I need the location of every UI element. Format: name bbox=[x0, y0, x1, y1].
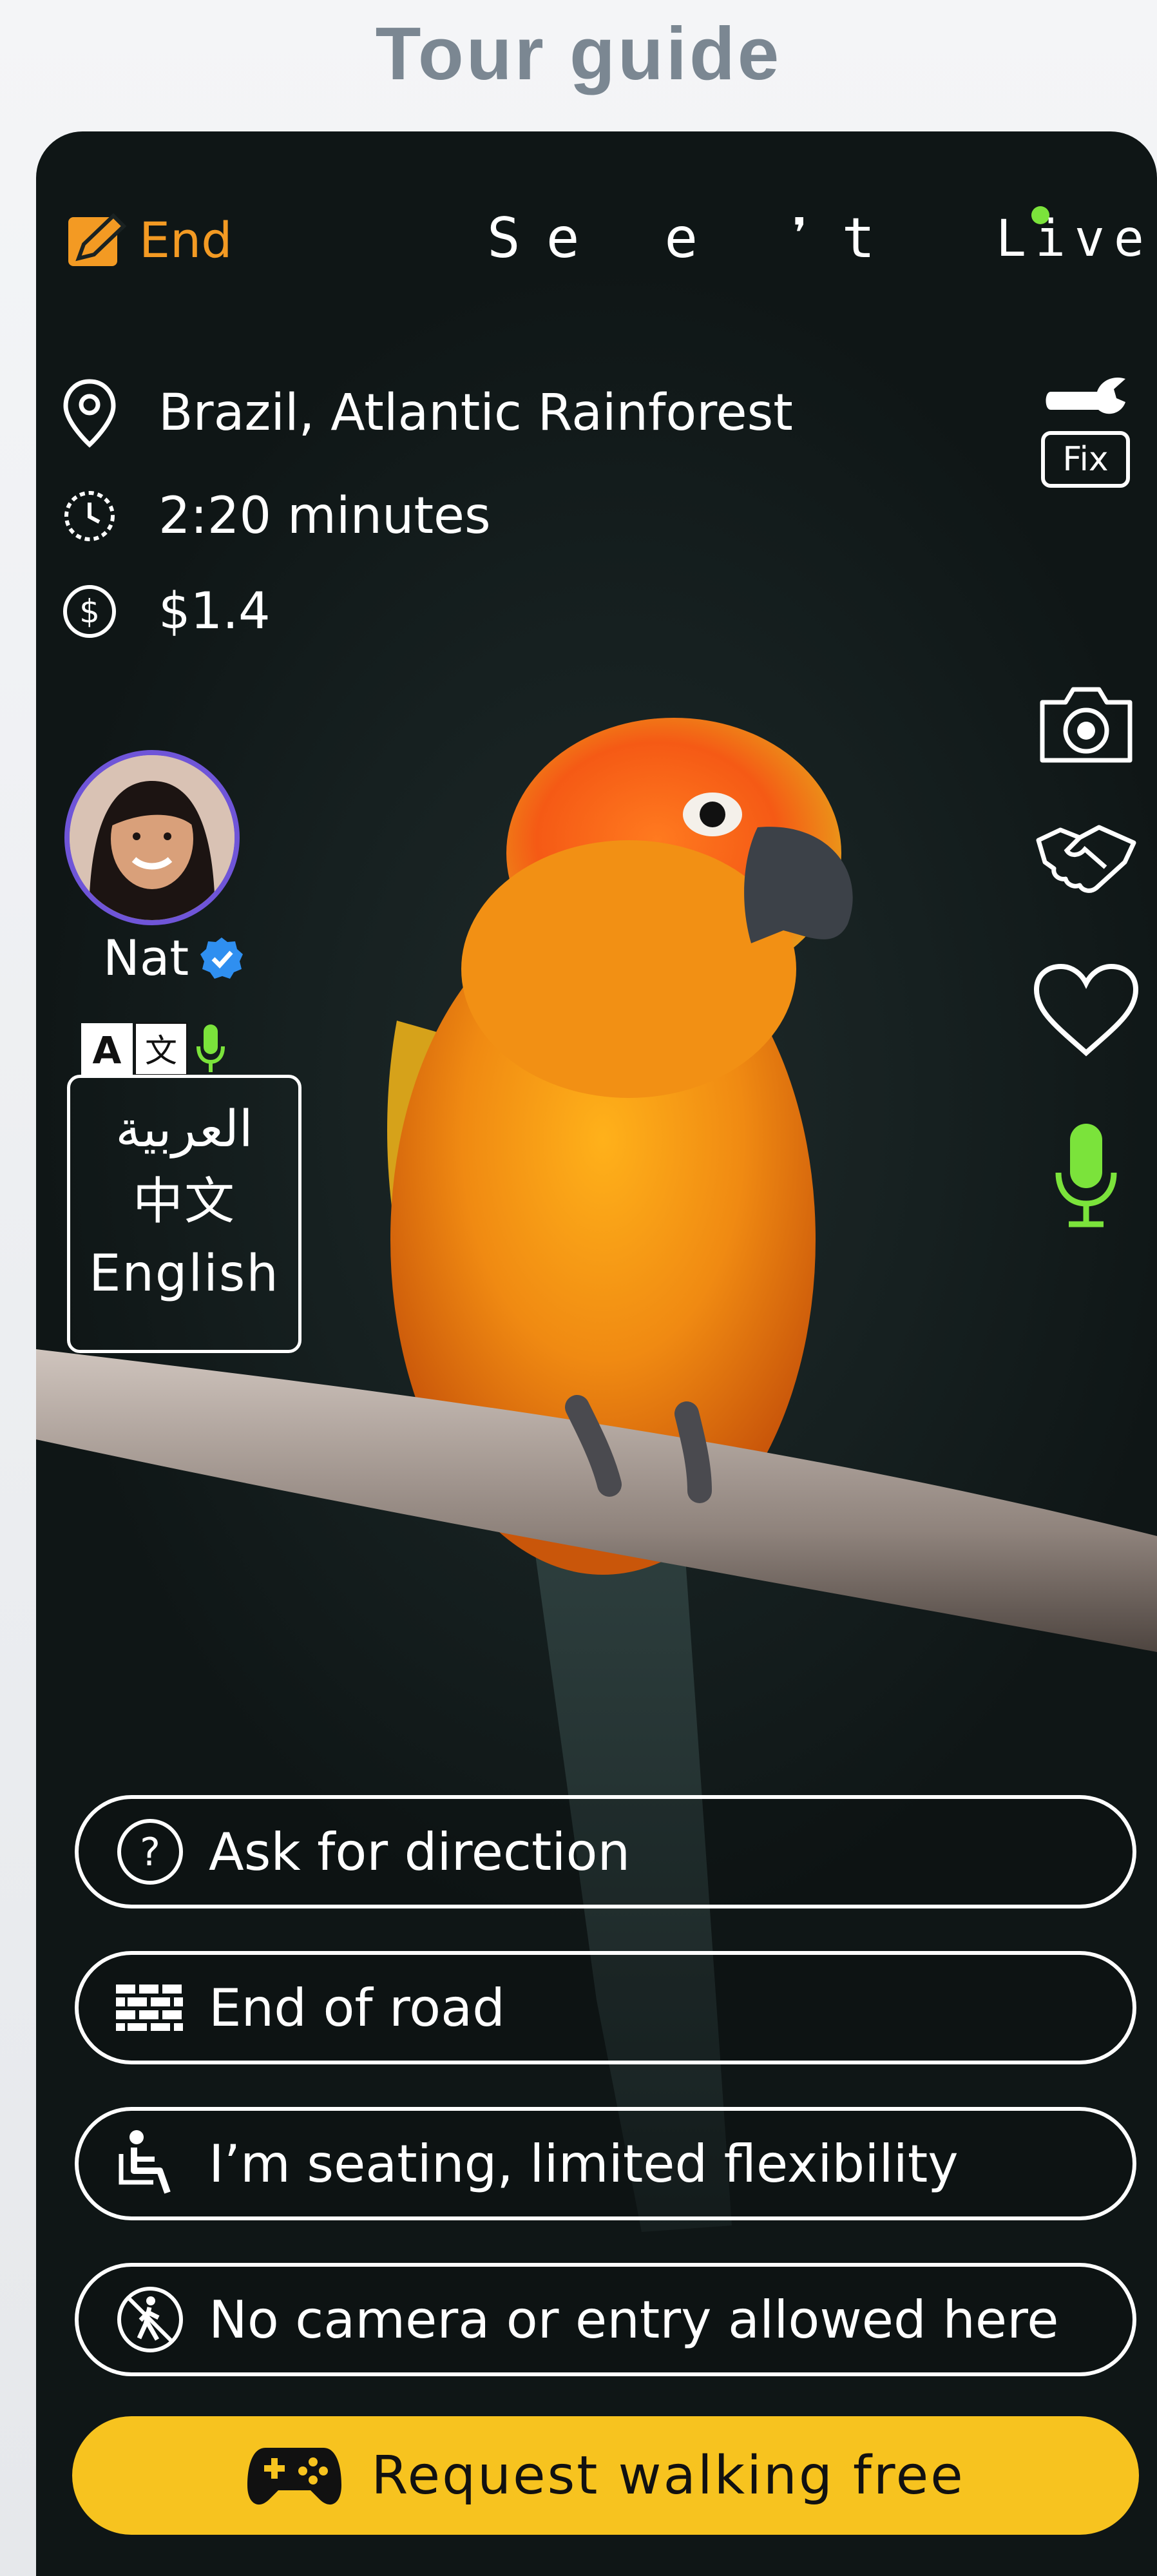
brand-logo: Se e ❜t bbox=[487, 206, 901, 271]
end-of-road-label: End of road bbox=[209, 1977, 505, 2038]
question-circle-icon: ? bbox=[115, 1816, 186, 1887]
location-pin-icon bbox=[54, 378, 125, 448]
svg-text:$: $ bbox=[79, 593, 100, 630]
wrench-icon: Fix bbox=[1041, 378, 1130, 488]
camera-icon bbox=[1040, 687, 1133, 763]
language-english: English bbox=[89, 1245, 280, 1303]
price-row: $ $1.4 bbox=[54, 582, 271, 640]
svg-text:文: 文 bbox=[145, 1032, 177, 1070]
fix-button[interactable]: Fix bbox=[1028, 370, 1144, 499]
tour-screen: End Se e ❜t Live Brazil, Atlantic Rainfo… bbox=[36, 131, 1157, 2576]
page-title: Tour guide bbox=[375, 12, 782, 95]
end-button[interactable]: End bbox=[67, 211, 232, 269]
translation-indicators: A 文 bbox=[80, 1022, 227, 1076]
guide-name-row: Nat bbox=[103, 929, 244, 986]
seating-label: I’m seating, limited flexibility bbox=[209, 2133, 959, 2194]
svg-text:A: A bbox=[93, 1028, 122, 1072]
request-walking-button[interactable]: Request walking free bbox=[72, 2416, 1139, 2535]
edit-icon bbox=[68, 213, 126, 266]
guide-name: Nat bbox=[103, 929, 189, 986]
verified-badge-icon bbox=[200, 937, 244, 979]
brick-wall-icon bbox=[115, 1972, 186, 2043]
end-of-road-button[interactable]: End of road bbox=[75, 1951, 1136, 2064]
favorite-button[interactable] bbox=[1028, 963, 1144, 1059]
location-text: Brazil, Atlantic Rainforest bbox=[158, 384, 793, 442]
handshake-icon bbox=[1036, 825, 1136, 893]
language-list[interactable]: العربية 中文 English bbox=[67, 1075, 301, 1353]
guide-avatar[interactable] bbox=[64, 750, 240, 925]
microphone-icon bbox=[1055, 1124, 1117, 1227]
microphone-button[interactable] bbox=[1028, 1121, 1144, 1231]
small-microphone-icon bbox=[196, 1024, 225, 1072]
camera-button[interactable] bbox=[1028, 683, 1144, 767]
guide-photo bbox=[70, 755, 234, 920]
ask-direction-label: Ask for direction bbox=[209, 1821, 631, 1882]
location-row: Brazil, Atlantic Rainforest bbox=[54, 378, 793, 448]
handshake-button[interactable] bbox=[1028, 821, 1144, 898]
fix-label: Fix bbox=[1062, 440, 1108, 479]
language-chinese: 中文 bbox=[132, 1173, 236, 1231]
duration-row: 2:20 minutes bbox=[54, 487, 491, 545]
clock-icon bbox=[54, 488, 125, 544]
translate-icon: A 文 bbox=[81, 1023, 187, 1075]
language-arabic: العربية bbox=[115, 1101, 253, 1158]
no-entry-icon bbox=[115, 2284, 186, 2355]
duration-text: 2:20 minutes bbox=[158, 487, 491, 545]
end-label: End bbox=[139, 211, 233, 269]
seating-button[interactable]: I’m seating, limited flexibility bbox=[75, 2107, 1136, 2220]
no-camera-label: No camera or entry allowed here bbox=[209, 2289, 1059, 2350]
gamepad-icon bbox=[247, 2448, 342, 2505]
top-bar: End Se e ❜t Live bbox=[36, 131, 1157, 271]
heart-icon bbox=[1033, 963, 1139, 1057]
ask-direction-button[interactable]: ? Ask for direction bbox=[75, 1795, 1136, 1908]
svg-text:?: ? bbox=[140, 1830, 160, 1875]
request-walking-label: Request walking free bbox=[371, 2445, 965, 2506]
no-camera-button[interactable]: No camera or entry allowed here bbox=[75, 2263, 1136, 2376]
price-text: $1.4 bbox=[158, 582, 271, 640]
wheelchair-icon bbox=[115, 2128, 186, 2199]
live-label: Live bbox=[996, 210, 1153, 268]
dollar-circle-icon: $ bbox=[54, 582, 125, 640]
